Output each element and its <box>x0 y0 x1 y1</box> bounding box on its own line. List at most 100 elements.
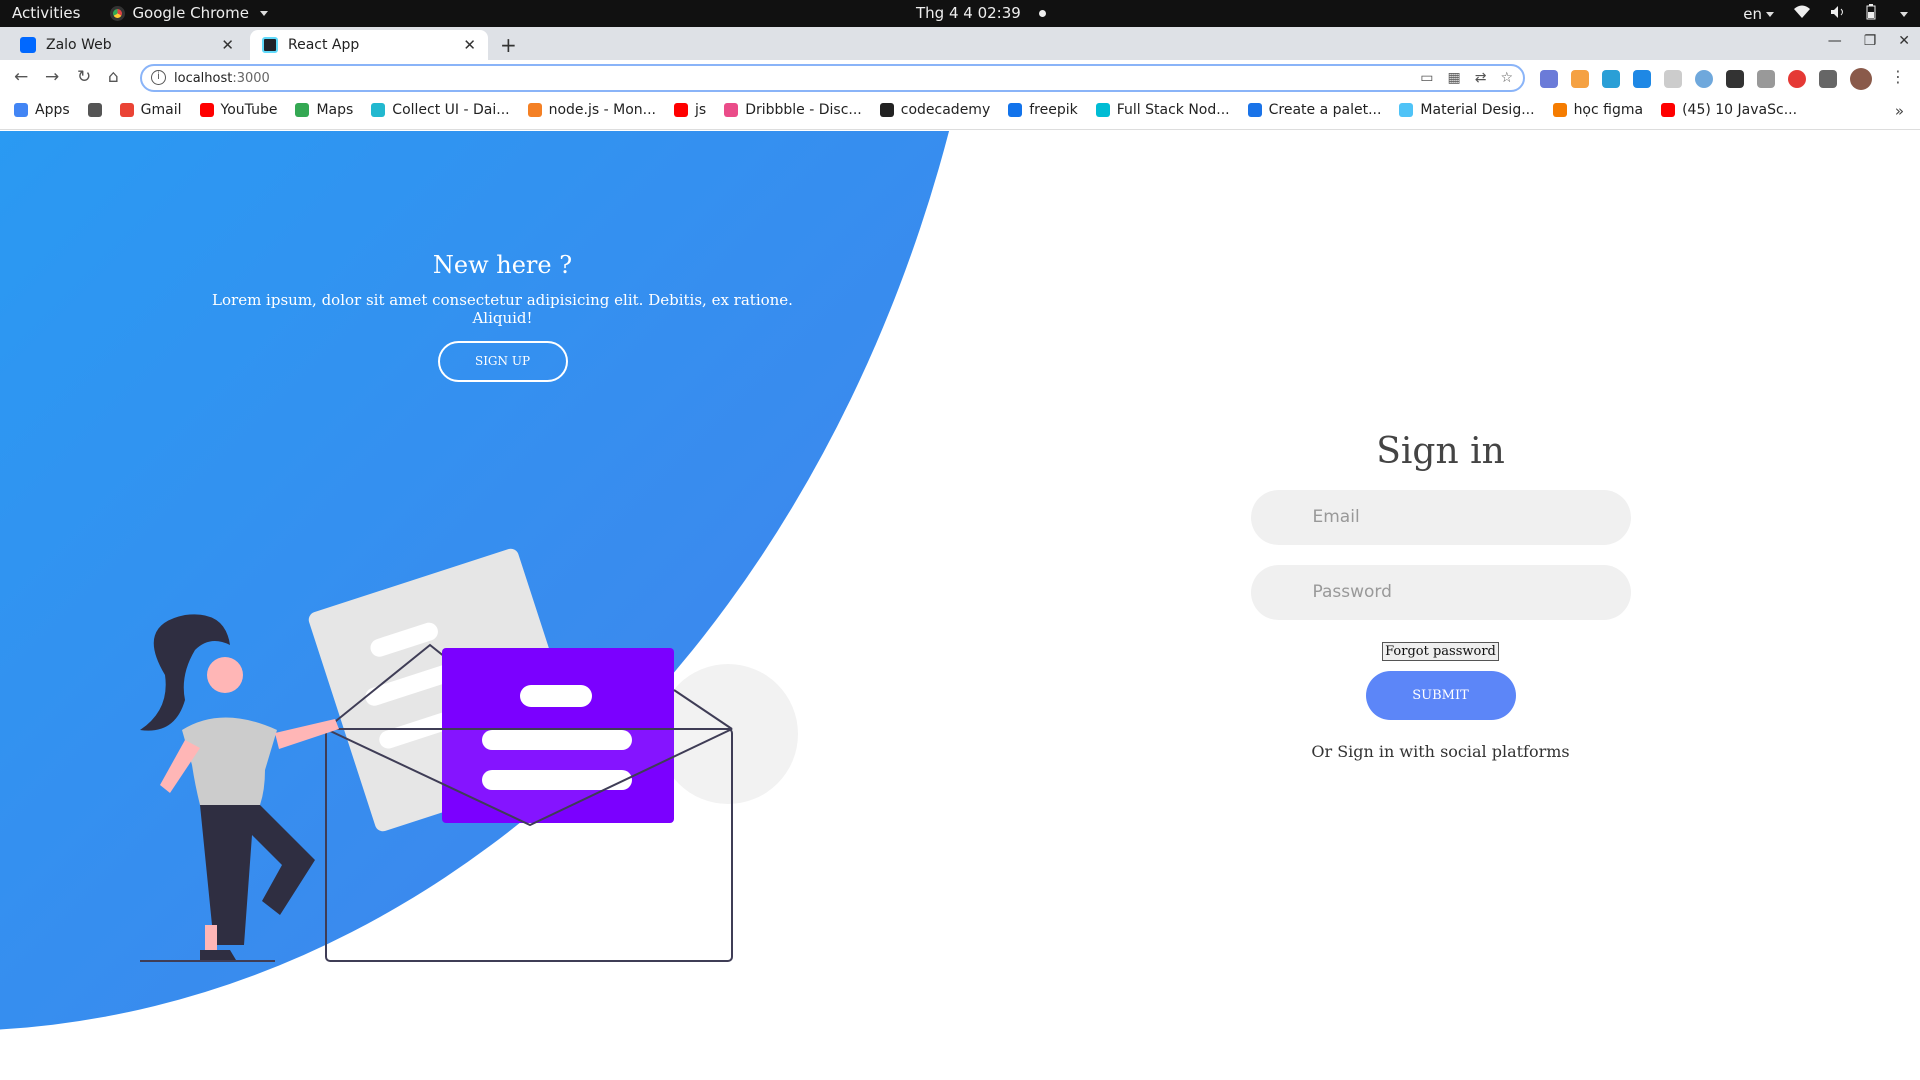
url-host: localhost <box>174 71 233 86</box>
bookmark-star-icon[interactable]: ☆ <box>1500 70 1513 86</box>
url-port: :3000 <box>232 71 270 86</box>
bookmarks-bar: Apps Gmail YouTube Maps Collect UI - Dai... n… <box>0 96 1920 130</box>
site-info-icon[interactable]: i <box>151 70 166 85</box>
app-menu[interactable]: Google Chrome <box>110 4 268 22</box>
bookmark-item[interactable] <box>87 102 102 118</box>
bookmark-favicon-icon <box>1552 103 1567 117</box>
bookmark-item[interactable]: Create a palet... <box>1247 102 1382 118</box>
bookmark-label: Full Stack Nod... <box>1116 102 1230 118</box>
home-icon[interactable]: ⌂ <box>108 67 119 87</box>
bookmark-item[interactable]: học figma <box>1552 102 1644 118</box>
bookmark-item[interactable]: (45) 10 JavaSc... <box>1661 102 1797 118</box>
chevron-down-icon <box>259 10 268 16</box>
page-viewport: New here ? Lorem ipsum, dolor sit amet c… <box>0 131 1920 1080</box>
bookmark-item[interactable]: Maps <box>295 102 353 118</box>
bookmark-label: học figma <box>1573 102 1644 118</box>
tab-title: React App <box>288 37 360 53</box>
extension-icon[interactable] <box>1571 70 1589 88</box>
extension-icon[interactable] <box>1726 70 1744 88</box>
bookmark-item[interactable]: js <box>674 102 706 118</box>
bookmark-item[interactable]: Gmail <box>119 102 182 118</box>
extension-icon[interactable] <box>1602 70 1620 88</box>
tab-zalo-web[interactable]: Zalo Web ✕ <box>8 30 246 60</box>
sign-in-title: Sign in <box>1376 431 1505 472</box>
sign-in-form: Sign in Email Password Forgot password S… <box>1248 431 1633 761</box>
chevron-down-icon[interactable] <box>1900 11 1908 17</box>
chrome-menu-icon[interactable]: ⋮ <box>1890 67 1906 86</box>
forgot-password-button[interactable]: Forgot password <box>1382 642 1499 661</box>
sign-up-button[interactable]: SIGN UP <box>437 341 568 382</box>
bookmark-label: Create a palet... <box>1268 102 1382 118</box>
bookmark-favicon-icon <box>1399 103 1414 117</box>
tab-strip: Zalo Web ✕ React App ✕ + — ❐ ✕ <box>0 27 1920 60</box>
extension-icon[interactable] <box>1757 70 1775 88</box>
profile-avatar[interactable] <box>1850 68 1872 90</box>
back-icon[interactable]: ← <box>14 67 28 87</box>
bookmark-label: Material Desig... <box>1420 102 1535 118</box>
extension-icon[interactable] <box>1664 70 1682 88</box>
bookmark-favicon-icon <box>674 103 689 117</box>
bookmark-label: Apps <box>35 102 70 118</box>
bookmark-favicon-icon <box>1247 103 1262 117</box>
battery-icon[interactable] <box>1866 4 1876 24</box>
minimize-icon[interactable]: — <box>1828 33 1842 49</box>
translate-icon[interactable]: ⇄ <box>1475 70 1487 86</box>
app-name: Google Chrome <box>132 4 249 22</box>
reload-icon[interactable]: ↻ <box>77 67 91 87</box>
tab-react-app[interactable]: React App ✕ <box>250 30 488 60</box>
clock[interactable]: Thg 4 4 02:39 <box>916 4 1046 22</box>
bookmark-favicon-icon <box>527 103 542 117</box>
zalo-favicon-icon <box>20 37 36 53</box>
forward-icon[interactable]: → <box>45 67 59 87</box>
language-label: en <box>1743 5 1762 23</box>
bookmark-item[interactable]: Material Desig... <box>1399 102 1535 118</box>
extensions-puzzle-icon[interactable] <box>1819 70 1837 88</box>
woman-figure <box>140 614 339 962</box>
email-field[interactable]: Email <box>1250 490 1631 545</box>
submit-button[interactable]: SUBMIT <box>1365 671 1516 720</box>
extension-icon[interactable] <box>1633 70 1651 88</box>
close-tab-icon[interactable]: ✕ <box>221 36 234 54</box>
bookmark-favicon-icon <box>199 103 214 117</box>
extension-icon[interactable] <box>1695 70 1713 88</box>
bookmark-item[interactable]: Full Stack Nod... <box>1095 102 1230 118</box>
password-field[interactable]: Password <box>1250 565 1631 620</box>
bookmark-item[interactable]: codecademy <box>879 102 990 118</box>
new-tab-icon[interactable]: + <box>500 33 517 57</box>
bookmark-favicon-icon <box>371 103 386 117</box>
activities-button[interactable]: Activities <box>12 4 80 22</box>
bookmark-label: Maps <box>316 102 354 118</box>
system-top-bar: Activities Google Chrome Thg 4 4 02:39 e… <box>0 0 1920 27</box>
bookmark-favicon-icon <box>1661 103 1676 117</box>
bookmark-item[interactable]: Dribbble - Disc... <box>724 102 862 118</box>
bookmark-item[interactable]: freepik <box>1008 102 1078 118</box>
more-bookmarks-icon[interactable]: » <box>1895 102 1904 120</box>
signup-heading: New here ? <box>432 251 573 279</box>
cast-icon[interactable]: ▭ <box>1420 70 1433 86</box>
wifi-icon[interactable] <box>1794 5 1810 23</box>
tab-title: Zalo Web <box>46 37 112 53</box>
language-indicator[interactable]: en <box>1743 5 1774 23</box>
chevron-down-icon <box>1766 12 1774 17</box>
bookmark-item[interactable]: YouTube <box>199 102 278 118</box>
close-window-icon[interactable]: ✕ <box>1898 33 1910 49</box>
bookmark-item[interactable]: Collect UI - Dai... <box>371 102 510 118</box>
address-bar[interactable]: i localhost:3000 ▭ ▦ ⇄ ☆ <box>140 64 1525 92</box>
bookmark-label: YouTube <box>220 102 278 118</box>
bookmark-label: Collect UI - Dai... <box>392 102 510 118</box>
extension-icon[interactable] <box>1788 70 1806 88</box>
bookmark-item[interactable]: node.js - Mon... <box>527 102 656 118</box>
bookmark-favicon-icon <box>724 103 739 117</box>
social-sign-in-text: Or Sign in with social platforms <box>1311 742 1570 761</box>
extension-icon[interactable] <box>1540 70 1558 88</box>
bookmark-label: freepik <box>1029 102 1078 118</box>
bookmark-favicon-icon <box>87 103 102 117</box>
close-tab-icon[interactable]: ✕ <box>463 36 476 54</box>
restore-icon[interactable]: ❐ <box>1864 33 1877 49</box>
qr-code-icon[interactable]: ▦ <box>1447 70 1460 86</box>
url-text[interactable]: localhost:3000 <box>174 71 270 86</box>
bookmark-item[interactable]: Apps <box>14 102 70 118</box>
volume-icon[interactable] <box>1830 5 1846 23</box>
mail-illustration <box>140 548 798 962</box>
browser-toolbar: ← → ↻ ⌂ i localhost:3000 ▭ ▦ ⇄ ☆ ⋮ <box>0 60 1920 96</box>
